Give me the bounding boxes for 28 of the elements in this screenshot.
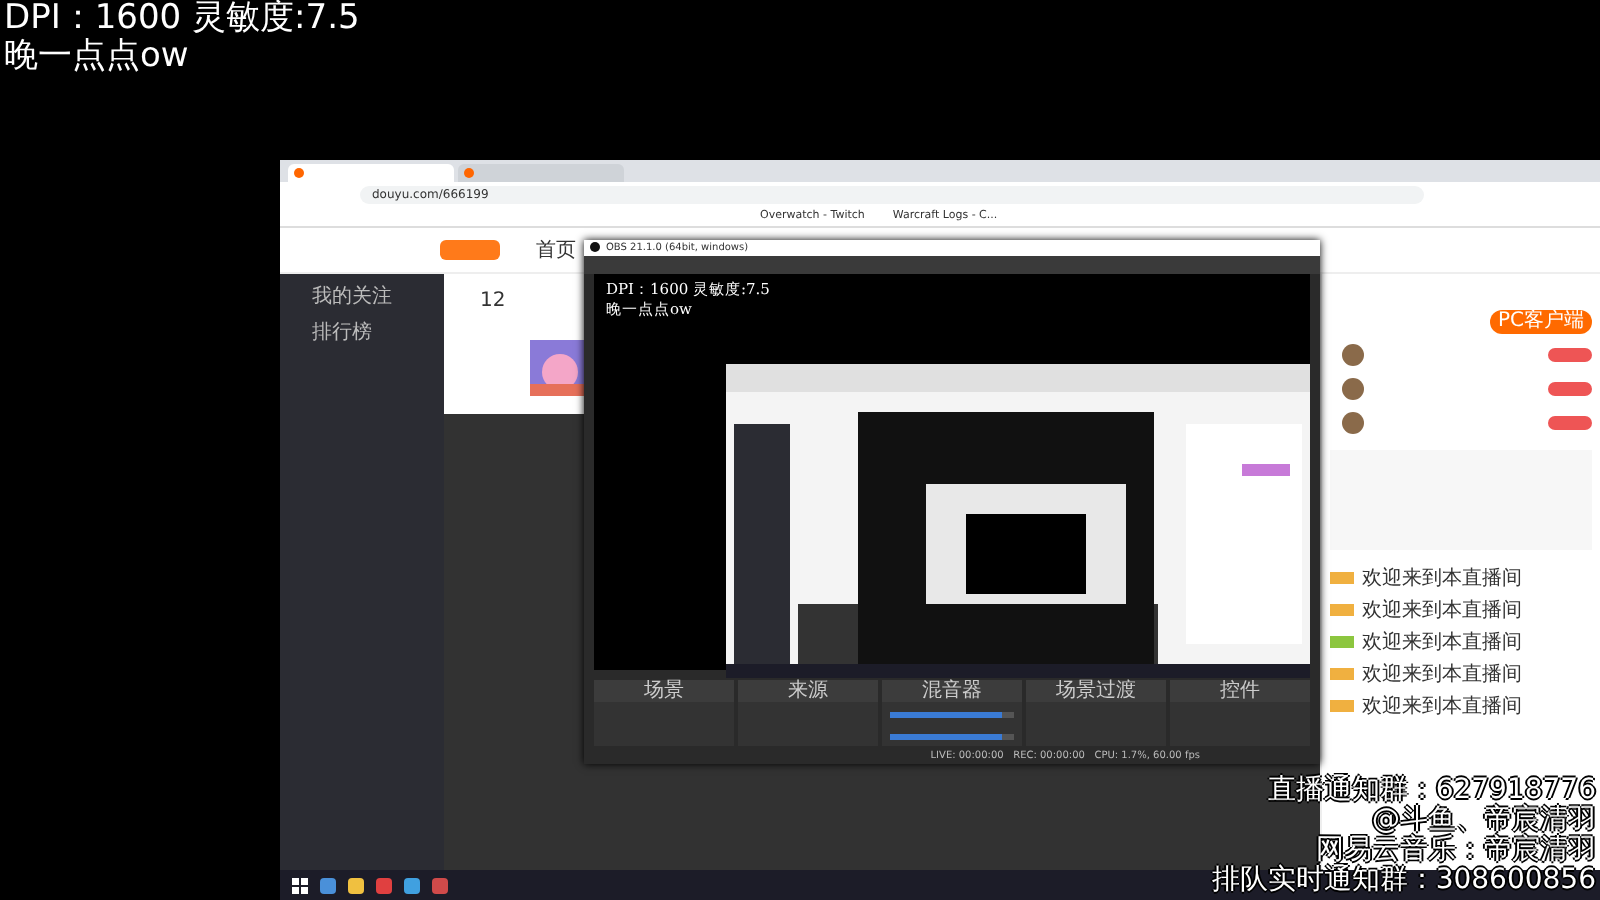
sidebar-item[interactable]: 排行榜: [280, 322, 444, 346]
rank-badge: [1548, 381, 1592, 395]
chat-message: 欢迎来到本直播间: [1362, 693, 1522, 719]
nav-link[interactable]: 首页: [536, 236, 576, 264]
dock-header: 控件: [1170, 680, 1310, 703]
avatar-icon: [1342, 343, 1364, 365]
rank-badge: [1548, 347, 1592, 361]
avatar-icon: [1342, 411, 1364, 433]
stat-count: 12: [480, 290, 506, 316]
windows-icon: [292, 877, 308, 893]
chat-message: 欢迎来到本直播间: [1362, 565, 1522, 591]
overlay-text: 晚一点点ow: [4, 38, 189, 76]
favicon-icon: [464, 168, 474, 178]
chat-message: 欢迎来到本直播间: [1362, 661, 1522, 687]
logo-icon: [440, 238, 500, 262]
sidebar-item[interactable]: 我的关注: [280, 286, 444, 310]
avatar-icon: [1342, 377, 1364, 399]
browser-tab[interactable]: [288, 164, 454, 182]
app-icon: [590, 242, 600, 253]
chat-message: 欢迎来到本直播间: [1362, 597, 1522, 623]
overlay-text: 排队实时通知群：308600856: [1211, 866, 1596, 896]
chat-message: 欢迎来到本直播间: [1362, 629, 1522, 655]
dock-header: 来源: [738, 680, 878, 703]
dock-header: 场景: [594, 680, 734, 703]
dock-header: 混音器: [882, 680, 1022, 703]
favicon-icon: [294, 168, 304, 178]
rank-badge: [1548, 415, 1592, 429]
dock-header: 场景过渡: [1026, 680, 1166, 703]
